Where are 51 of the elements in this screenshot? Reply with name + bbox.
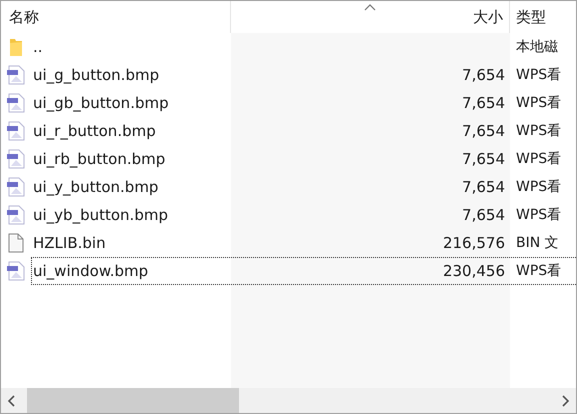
file-name: ui_g_button.bmp bbox=[32, 66, 160, 84]
scroll-right-icon[interactable] bbox=[560, 394, 570, 406]
file-row[interactable]: ui_y_button.bmp 7,654 WPS看 bbox=[31, 173, 576, 201]
image-file-icon bbox=[6, 205, 26, 225]
file-size: 230,456 bbox=[442, 262, 506, 280]
file-size: 7,654 bbox=[461, 122, 506, 140]
file-row[interactable]: ui_gb_button.bmp 7,654 WPS看 bbox=[31, 89, 576, 117]
file-type: WPS看 bbox=[515, 206, 562, 224]
file-size: 7,654 bbox=[461, 206, 506, 224]
file-size: 7,654 bbox=[461, 66, 506, 84]
file-row[interactable]: ui_g_button.bmp 7,654 WPS看 bbox=[31, 61, 576, 89]
file-type: BIN 文 bbox=[515, 234, 560, 252]
file-type: WPS看 bbox=[515, 122, 562, 140]
file-type: WPS看 bbox=[515, 178, 562, 196]
image-file-icon bbox=[6, 177, 26, 197]
file-name: ui_rb_button.bmp bbox=[32, 150, 166, 168]
file-name: .. bbox=[32, 38, 44, 56]
horizontal-scrollbar[interactable] bbox=[1, 388, 576, 413]
file-row[interactable]: HZLIB.bin 216,576 BIN 文 bbox=[31, 229, 576, 257]
file-row[interactable]: ui_window.bmp 230,456 WPS看 bbox=[31, 257, 576, 285]
column-header[interactable]: 名称 bbox=[9, 8, 39, 26]
file-size: 216,576 bbox=[442, 234, 506, 252]
file-type: WPS看 bbox=[515, 150, 562, 168]
file-name: ui_gb_button.bmp bbox=[32, 94, 170, 112]
file-type: WPS看 bbox=[515, 66, 562, 84]
file-icon bbox=[8, 233, 24, 253]
scrollbar-thumb[interactable] bbox=[27, 388, 239, 413]
image-file-icon bbox=[6, 121, 26, 141]
file-row[interactable]: ui_rb_button.bmp 7,654 WPS看 bbox=[31, 145, 576, 173]
file-name: ui_r_button.bmp bbox=[32, 122, 157, 140]
file-name: ui_yb_button.bmp bbox=[32, 206, 169, 224]
image-file-icon bbox=[6, 261, 26, 281]
file-row[interactable]: ui_r_button.bmp 7,654 WPS看 bbox=[31, 117, 576, 145]
scroll-left-icon[interactable] bbox=[7, 394, 17, 406]
column-header[interactable]: 类型 bbox=[516, 8, 546, 26]
column-header[interactable]: 大小 bbox=[473, 8, 503, 26]
image-file-icon bbox=[6, 93, 26, 113]
folder-icon bbox=[9, 37, 23, 57]
file-type: WPS看 bbox=[515, 262, 562, 280]
file-size: 7,654 bbox=[461, 94, 506, 112]
image-file-icon bbox=[6, 149, 26, 169]
file-name: HZLIB.bin bbox=[32, 234, 107, 252]
file-row[interactable]: .. 本地磁 bbox=[31, 33, 576, 61]
file-name: ui_y_button.bmp bbox=[32, 178, 160, 196]
image-file-icon bbox=[6, 65, 26, 85]
file-size: 7,654 bbox=[461, 178, 506, 196]
file-size: 7,654 bbox=[461, 150, 506, 168]
file-row[interactable]: ui_yb_button.bmp 7,654 WPS看 bbox=[31, 201, 576, 229]
file-type: WPS看 bbox=[515, 94, 562, 112]
file-type: 本地磁 bbox=[515, 38, 559, 56]
file-name: ui_window.bmp bbox=[32, 262, 150, 280]
